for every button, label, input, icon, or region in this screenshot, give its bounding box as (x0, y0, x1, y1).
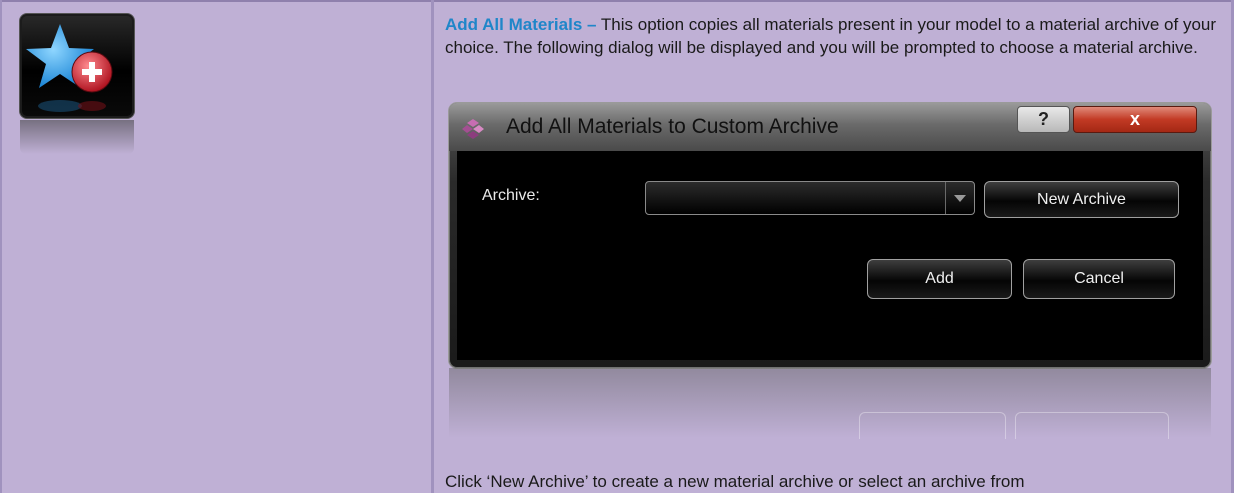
archive-dropdown-toggle[interactable] (945, 182, 974, 214)
add-button-reflection (859, 412, 1006, 439)
term-heading: Add All Materials (445, 15, 583, 34)
cancel-button[interactable]: Cancel (1023, 259, 1175, 299)
close-button[interactable]: x (1073, 106, 1197, 133)
add-all-materials-dialog: Add All Materials to Custom Archive ? x … (449, 103, 1211, 368)
description-paragraph: Add All Materials – This option copies a… (445, 13, 1225, 59)
dialog-titlebar: Add All Materials to Custom Archive ? x (449, 103, 1211, 151)
add-button[interactable]: Add (867, 259, 1012, 299)
dialog-title: Add All Materials to Custom Archive (506, 115, 839, 138)
table-border-left (0, 0, 2, 493)
icon-reflection (20, 120, 134, 154)
help-button[interactable]: ? (1017, 106, 1070, 133)
dialog-body: Archive: New Archive Add Cancel (457, 151, 1203, 360)
cancel-button-reflection (1015, 412, 1169, 439)
materials-app-icon (462, 119, 484, 139)
archive-select[interactable] (645, 181, 975, 215)
term-dash: – (582, 15, 597, 34)
archive-label: Archive: (482, 187, 540, 204)
chevron-down-icon (954, 195, 966, 202)
column-divider (431, 0, 434, 493)
new-archive-button[interactable]: New Archive (984, 181, 1179, 218)
star-add-icon (20, 14, 134, 118)
followup-paragraph: Click ‘New Archive’ to create a new mate… (445, 472, 1025, 491)
